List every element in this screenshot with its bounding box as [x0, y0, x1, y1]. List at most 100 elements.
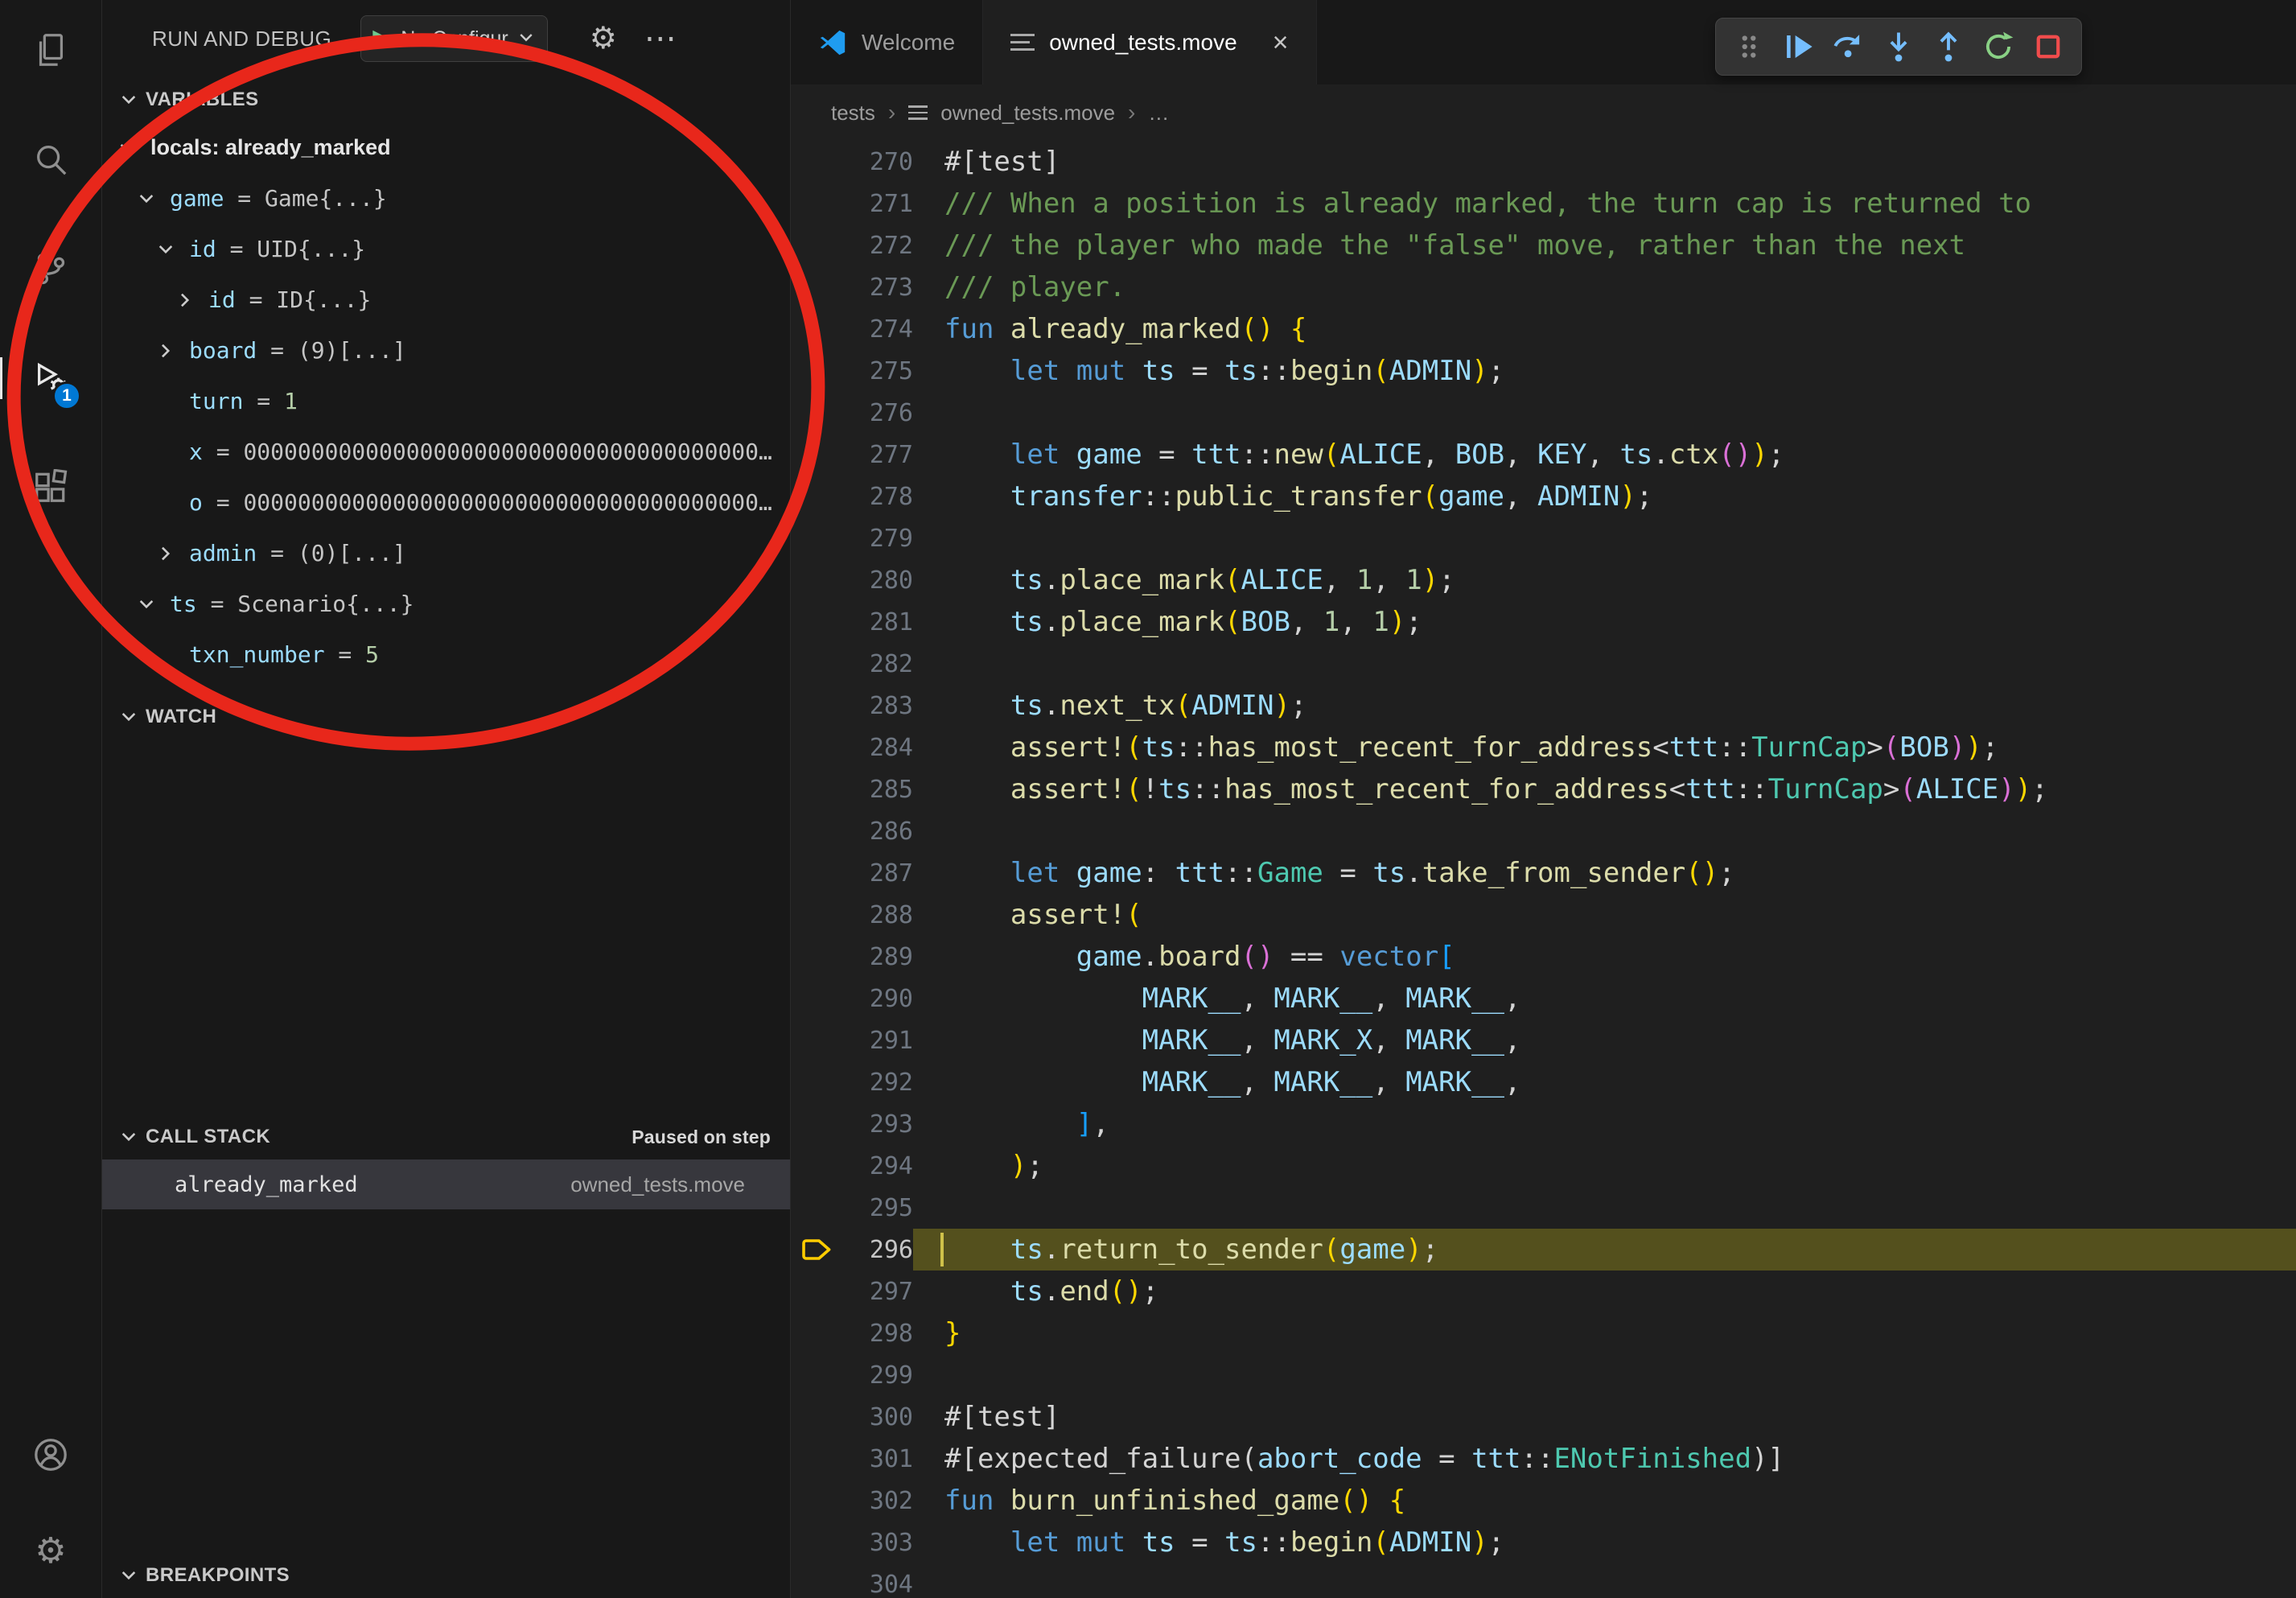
code-line-281[interactable]: 281 ts.place_mark(BOB, 1, 1); — [791, 601, 2296, 643]
code-line-277[interactable]: 277 let game = ttt::new(ALICE, BOB, KEY,… — [791, 434, 2296, 476]
tab-owned-tests[interactable]: owned_tests.move × — [983, 0, 1316, 84]
chevron-down-icon[interactable] — [136, 188, 170, 209]
code-line-290[interactable]: 290 MARK__, MARK__, MARK__, — [791, 978, 2296, 1019]
search-icon[interactable] — [25, 134, 76, 185]
variable-row-o[interactable]: o = 000000000000000000000000000000000000… — [102, 477, 790, 528]
settings-gear-icon[interactable]: ⚙ — [25, 1526, 76, 1577]
line-number: 272 — [844, 232, 913, 260]
chevron-right-icon[interactable] — [155, 340, 189, 361]
variable-value: 5 — [365, 641, 790, 668]
launch-config-dropdown[interactable]: ▶ No Configur — [360, 15, 547, 62]
chevron-right-icon[interactable] — [175, 290, 208, 311]
restart-icon[interactable] — [1973, 22, 2023, 72]
extensions-icon[interactable] — [25, 462, 76, 513]
chevron-down-icon[interactable] — [136, 594, 170, 615]
source-control-icon[interactable] — [25, 243, 76, 294]
step-over-icon[interactable] — [1824, 22, 1874, 72]
close-tab-icon[interactable]: × — [1273, 29, 1289, 56]
chevron-down-icon[interactable] — [117, 138, 150, 159]
account-icon[interactable] — [25, 1429, 76, 1481]
variables-section-header[interactable]: VARIABLES — [102, 77, 790, 122]
code-line-286[interactable]: 286 — [791, 810, 2296, 852]
code-line-301[interactable]: 301#[expected_failure(abort_code = ttt::… — [791, 1438, 2296, 1480]
call-stack-section-label: CALL STACK — [146, 1126, 270, 1148]
chevron-down-icon[interactable] — [155, 239, 189, 260]
chevron-right-icon[interactable] — [155, 543, 189, 564]
code-line-295[interactable]: 295 — [791, 1187, 2296, 1229]
code-line-303[interactable]: 303 let mut ts = ts::begin(ADMIN); — [791, 1522, 2296, 1563]
variable-row-admin[interactable]: admin = (0)[...] — [102, 528, 790, 579]
code-line-299[interactable]: 299 — [791, 1354, 2296, 1396]
code-line-291[interactable]: 291 MARK__, MARK_X, MARK__, — [791, 1019, 2296, 1061]
frame-file: owned_tests.move — [570, 1172, 745, 1197]
step-out-icon[interactable] — [1924, 22, 1973, 72]
breadcrumb-symbol-ellipsis[interactable]: … — [1148, 101, 1169, 126]
variable-row-board[interactable]: board = (9)[...] — [102, 325, 790, 376]
code-line-276[interactable]: 276 — [791, 392, 2296, 434]
code-text: /// player. — [913, 266, 2296, 308]
step-into-icon[interactable] — [1874, 22, 1924, 72]
code-line-278[interactable]: 278 transfer::public_transfer(game, ADMI… — [791, 476, 2296, 517]
code-line-284[interactable]: 284 assert!(ts::has_most_recent_for_addr… — [791, 727, 2296, 768]
code-line-273[interactable]: 273/// player. — [791, 266, 2296, 308]
equals-sign: = — [224, 185, 265, 212]
code-line-297[interactable]: 297 ts.end(); — [791, 1271, 2296, 1312]
code-line-300[interactable]: 300#[test] — [791, 1396, 2296, 1438]
equals-sign: = — [325, 641, 366, 668]
code-text: MARK__, MARK__, MARK__, — [913, 1061, 2296, 1103]
start-debug-icon[interactable]: ▶ — [372, 27, 391, 51]
line-number: 282 — [844, 650, 913, 678]
chevron-down-icon — [118, 1126, 139, 1147]
code-text — [913, 392, 2296, 434]
code-line-280[interactable]: 280 ts.place_mark(ALICE, 1, 1); — [791, 559, 2296, 601]
code-line-270[interactable]: 270#[test] — [791, 141, 2296, 183]
variable-row-ts[interactable]: ts = Scenario{...} — [102, 579, 790, 629]
code-line-296[interactable]: 296 ts.return_to_sender(game); — [791, 1229, 2296, 1271]
variable-row-scope[interactable]: locals: already_marked — [102, 122, 790, 173]
code-line-288[interactable]: 288 assert!( — [791, 894, 2296, 936]
code-line-287[interactable]: 287 let game: ttt::Game = ts.take_from_s… — [791, 852, 2296, 894]
breadcrumb-folder[interactable]: tests — [831, 101, 875, 126]
code-line-298[interactable]: 298} — [791, 1312, 2296, 1354]
code-line-304[interactable]: 304 — [791, 1563, 2296, 1598]
variable-row-x[interactable]: x = 000000000000000000000000000000000000… — [102, 426, 790, 477]
debug-settings-gear-icon[interactable]: ⚙ — [590, 23, 617, 54]
code-line-272[interactable]: 272/// the player who made the "false" m… — [791, 224, 2296, 266]
code-line-293[interactable]: 293 ], — [791, 1103, 2296, 1145]
code-line-285[interactable]: 285 assert!(!ts::has_most_recent_for_add… — [791, 768, 2296, 810]
variables-section-label: VARIABLES — [146, 89, 259, 111]
code-line-274[interactable]: 274fun already_marked() { — [791, 308, 2296, 350]
breadcrumb-file[interactable]: owned_tests.move — [940, 101, 1115, 126]
variable-row-id[interactable]: id = UID{...} — [102, 224, 790, 274]
debug-badge: 1 — [52, 381, 81, 410]
breakpoints-section-header[interactable]: BREAKPOINTS — [102, 1553, 790, 1598]
code-line-294[interactable]: 294 ); — [791, 1145, 2296, 1187]
code-area[interactable]: 270#[test]271/// When a position is alre… — [791, 141, 2296, 1598]
code-text — [913, 1563, 2296, 1598]
variable-row-id[interactable]: id = ID{...} — [102, 274, 790, 325]
line-number: 285 — [844, 776, 913, 804]
move-file-icon — [908, 105, 928, 120]
tab-welcome[interactable]: Welcome — [791, 0, 983, 84]
run-and-debug-icon[interactable]: 1 — [25, 352, 76, 404]
variable-row-turn[interactable]: turn = 1 — [102, 376, 790, 426]
call-stack-frame-row[interactable]: already_marked owned_tests.move — [102, 1159, 790, 1209]
variable-row-game[interactable]: game = Game{...} — [102, 173, 790, 224]
code-line-275[interactable]: 275 let mut ts = ts::begin(ADMIN); — [791, 350, 2296, 392]
code-line-292[interactable]: 292 MARK__, MARK__, MARK__, — [791, 1061, 2296, 1103]
variable-row-txn_number[interactable]: txn_number = 5 — [102, 629, 790, 680]
code-line-271[interactable]: 271/// When a position is already marked… — [791, 183, 2296, 224]
code-line-289[interactable]: 289 game.board() == vector[ — [791, 936, 2296, 978]
code-line-279[interactable]: 279 — [791, 517, 2296, 559]
call-stack-section-header[interactable]: CALL STACK Paused on step — [102, 1114, 790, 1159]
code-line-283[interactable]: 283 ts.next_tx(ADMIN); — [791, 685, 2296, 727]
watch-section-header[interactable]: WATCH — [102, 694, 790, 739]
equals-sign: = — [216, 236, 257, 262]
code-line-302[interactable]: 302fun burn_unfinished_game() { — [791, 1480, 2296, 1522]
continue-icon[interactable] — [1774, 22, 1824, 72]
toolbar-drag-handle[interactable] — [1724, 22, 1774, 72]
stop-icon[interactable] — [2023, 22, 2073, 72]
code-line-282[interactable]: 282 — [791, 643, 2296, 685]
more-actions-icon[interactable]: ⋯ — [644, 31, 678, 47]
explorer-icon[interactable] — [25, 24, 76, 76]
